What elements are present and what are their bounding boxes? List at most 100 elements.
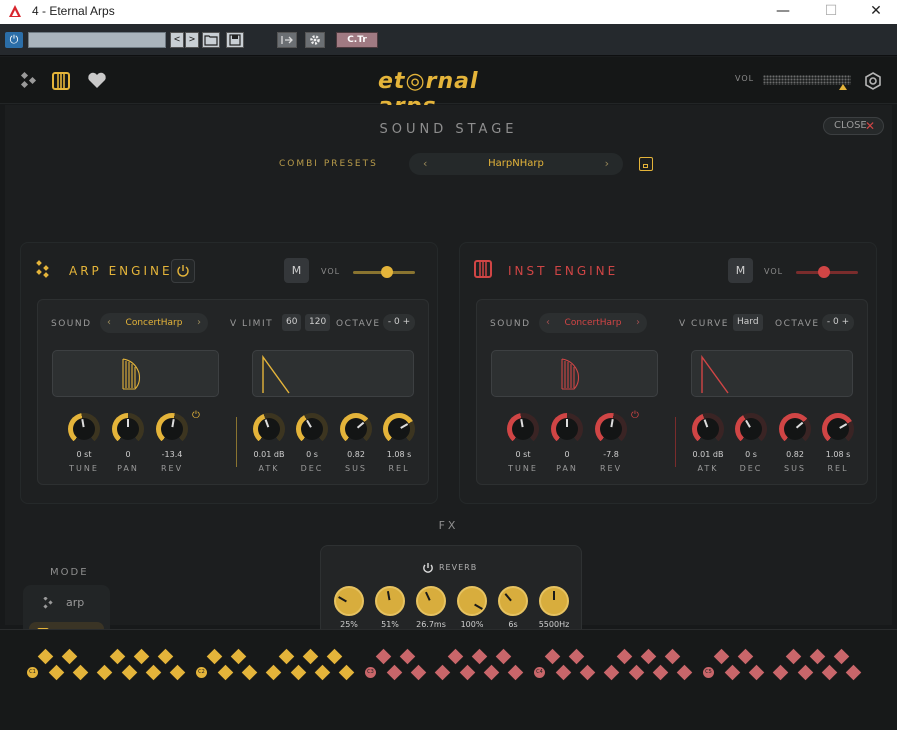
piano-key-black[interactable]: [61, 648, 78, 665]
piano-key-white[interactable]: [845, 664, 862, 681]
piano-key-black[interactable]: [737, 648, 754, 665]
piano-key-black[interactable]: [544, 648, 561, 665]
inst-pan-knob[interactable]: [551, 413, 583, 445]
combi-next-arrow-icon[interactable]: ›: [605, 153, 609, 175]
maximize-button[interactable]: ☐: [808, 0, 854, 24]
piano-key-white[interactable]: [145, 664, 162, 681]
piano-key-black[interactable]: [809, 648, 826, 665]
piano-key-black[interactable]: [37, 648, 54, 665]
piano-icon[interactable]: [50, 70, 72, 92]
settings-icon[interactable]: [863, 71, 883, 91]
piano-key-white[interactable]: [724, 664, 741, 681]
piano-key-white[interactable]: [410, 664, 427, 681]
inst-rev-knob[interactable]: [595, 413, 627, 445]
piano-key-white[interactable]: [797, 664, 814, 681]
arp-mute-button[interactable]: M: [284, 258, 309, 283]
piano-key-black[interactable]: [109, 648, 126, 665]
piano-key-white[interactable]: [628, 664, 645, 681]
inst-tune-knob[interactable]: [507, 413, 539, 445]
arp-sound-next-icon[interactable]: ›: [197, 313, 201, 333]
piano-key-black[interactable]: [157, 648, 174, 665]
arp-pan-knob[interactable]: [112, 413, 144, 445]
arp-octave-stepper[interactable]: - 0 +: [383, 314, 415, 331]
piano-key-white[interactable]: [217, 664, 234, 681]
piano-key-white[interactable]: [96, 664, 113, 681]
arp-dots-icon[interactable]: [18, 70, 40, 92]
arp-tune-knob[interactable]: [68, 413, 100, 445]
arp-vlimit-120-chip[interactable]: 120: [305, 314, 331, 331]
piano-key-white[interactable]: [652, 664, 669, 681]
inst-dec-knob[interactable]: [735, 413, 767, 445]
mode-arp-option[interactable]: arp: [29, 592, 104, 614]
piano-key-black[interactable]: [785, 648, 802, 665]
piano-key-black[interactable]: [302, 648, 319, 665]
host-settings-button[interactable]: [305, 32, 325, 48]
combi-preset-selector[interactable]: ‹ HarpNHarp ›: [409, 153, 623, 175]
fx-late-predly-knob[interactable]: [416, 586, 446, 616]
reverb-power-icon[interactable]: [421, 561, 435, 575]
arp-power-button[interactable]: [171, 259, 195, 283]
bypass-power-button[interactable]: ⏻: [5, 32, 23, 48]
piano-key-white[interactable]: [603, 664, 620, 681]
inst-sound-selector[interactable]: ‹ ConcertHarp ›: [539, 313, 647, 333]
piano-key-black[interactable]: [568, 648, 585, 665]
close-window-button[interactable]: ✕: [853, 0, 897, 24]
close-stage-button[interactable]: CLOSE ✕: [823, 117, 884, 135]
piano-key-white[interactable]: [314, 664, 331, 681]
arp-sound-prev-icon[interactable]: ‹: [107, 313, 111, 333]
master-volume-handle[interactable]: [839, 84, 847, 90]
minimize-button[interactable]: —: [760, 0, 806, 24]
arp-sound-selector[interactable]: ‹ ConcertHarp ›: [100, 313, 208, 333]
piano-key-white[interactable]: [821, 664, 838, 681]
inst-mute-button[interactable]: M: [728, 258, 753, 283]
inst-rev-power-icon[interactable]: ⏻: [631, 410, 639, 421]
piano-key-white[interactable]: [265, 664, 282, 681]
fx-room-size-knob[interactable]: [334, 586, 364, 616]
piano-key-black[interactable]: [471, 648, 488, 665]
arp-vol-slider-knob[interactable]: [381, 266, 394, 278]
piano-key-white[interactable]: [121, 664, 138, 681]
piano-key-black[interactable]: [495, 648, 512, 665]
piano-key-white[interactable]: [507, 664, 524, 681]
inst-vcurve-chip[interactable]: Hard: [733, 314, 763, 331]
routing-button[interactable]: [277, 32, 297, 48]
inst-sound-next-icon[interactable]: ›: [636, 313, 640, 333]
ctr-button[interactable]: C.Tr: [336, 32, 378, 48]
piano-key-white[interactable]: [555, 664, 572, 681]
inst-vol-slider-knob[interactable]: [817, 266, 830, 278]
arp-atk-knob[interactable]: [253, 413, 285, 445]
inst-rel-knob[interactable]: [822, 413, 854, 445]
arp-vlimit-60-chip[interactable]: 60: [282, 314, 302, 331]
piano-key-black[interactable]: [399, 648, 416, 665]
arp-rev-knob[interactable]: [156, 413, 188, 445]
piano-key-black[interactable]: [833, 648, 850, 665]
piano-key-white[interactable]: [676, 664, 693, 681]
host-preset-field[interactable]: [28, 32, 166, 48]
piano-key-black[interactable]: [375, 648, 392, 665]
prev-preset-button[interactable]: <: [170, 32, 184, 48]
save-host-button[interactable]: [226, 32, 244, 48]
inst-atk-knob[interactable]: [692, 413, 724, 445]
fx-damping-knob[interactable]: [539, 586, 569, 616]
piano-key-white[interactable]: [579, 664, 596, 681]
piano-key-black[interactable]: [206, 648, 223, 665]
piano-key-black[interactable]: [640, 648, 657, 665]
piano-key-white[interactable]: [772, 664, 789, 681]
arp-rel-knob[interactable]: [383, 413, 415, 445]
piano-key-white[interactable]: [459, 664, 476, 681]
piano-key-black[interactable]: [230, 648, 247, 665]
piano-key-white[interactable]: [386, 664, 403, 681]
piano-key-black[interactable]: [447, 648, 464, 665]
piano-key-white[interactable]: [748, 664, 765, 681]
piano-key-white[interactable]: [338, 664, 355, 681]
heart-icon[interactable]: [86, 70, 108, 92]
save-preset-icon[interactable]: [639, 157, 653, 171]
fx-early-lvl-knob[interactable]: [375, 586, 405, 616]
combi-prev-arrow-icon[interactable]: ‹: [423, 153, 427, 175]
piano-key-white[interactable]: [48, 664, 65, 681]
piano-key-white[interactable]: [241, 664, 258, 681]
inst-sound-prev-icon[interactable]: ‹: [546, 313, 550, 333]
fx-late-lvl-knob[interactable]: [457, 586, 487, 616]
open-folder-button[interactable]: [202, 32, 220, 48]
piano-key-white[interactable]: [72, 664, 89, 681]
